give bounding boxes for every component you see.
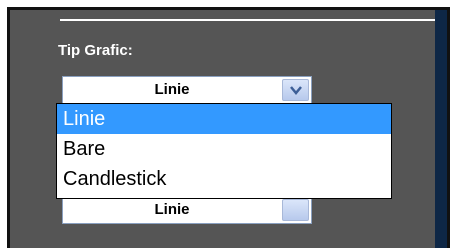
second-dropdown-toggle-button[interactable] — [282, 199, 309, 221]
dropdown-toggle-button[interactable] — [282, 79, 309, 101]
second-select-value: Linie — [154, 201, 190, 218]
option-bare[interactable]: Bare — [57, 134, 391, 164]
second-select[interactable]: Linie — [62, 196, 312, 224]
chart-type-selected-value: Linie — [154, 81, 190, 98]
chevron-down-icon — [290, 86, 302, 95]
screen: Tip Grafic: Linie Linie Linie Bare Candl… — [0, 0, 457, 248]
chart-type-select[interactable]: Linie — [62, 76, 312, 104]
option-linie[interactable]: Linie — [57, 104, 391, 134]
chart-type-label: Tip Grafic: — [58, 42, 133, 59]
side-bar — [435, 10, 447, 248]
option-candlestick[interactable]: Candlestick — [57, 164, 391, 194]
chart-type-dropdown-list: Linie Bare Candlestick — [56, 103, 392, 199]
divider-line — [60, 19, 436, 21]
